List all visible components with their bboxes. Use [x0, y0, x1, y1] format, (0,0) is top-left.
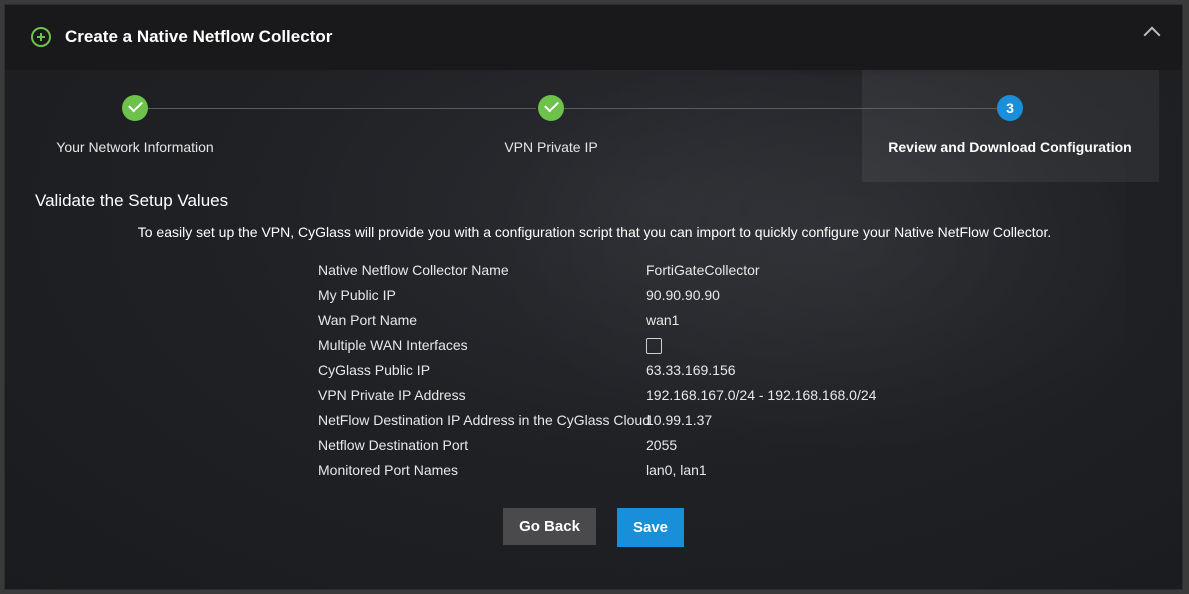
field-value: FortiGateCollector	[646, 262, 760, 278]
setup-values-table: Native Netflow Collector Name FortiGateC…	[318, 262, 878, 487]
table-row: VPN Private IP Address 192.168.167.0/24 …	[318, 387, 878, 412]
check-icon	[128, 97, 143, 113]
check-icon	[544, 97, 559, 113]
table-row: Monitored Port Names lan0, lan1	[318, 462, 878, 487]
table-row: CyGlass Public IP 63.33.169.156	[318, 362, 878, 387]
field-label: Netflow Destination Port	[318, 437, 469, 453]
collector-panel: Create a Native Netflow Collector Your N…	[4, 4, 1183, 590]
field-value: 63.33.169.156	[646, 362, 736, 378]
active-step-highlight	[862, 70, 1159, 182]
table-row: Native Netflow Collector Name FortiGateC…	[318, 262, 878, 287]
panel-header: Create a Native Netflow Collector	[5, 5, 1182, 70]
field-label: NetFlow Destination IP Address in the Cy…	[318, 412, 651, 428]
step-1-indicator	[122, 95, 148, 121]
panel-title: Create a Native Netflow Collector	[65, 27, 333, 46]
table-row: Multiple WAN Interfaces	[318, 337, 878, 362]
step-1-label: Your Network Information	[56, 139, 214, 155]
table-row: My Public IP 90.90.90.90	[318, 287, 878, 312]
field-label: Multiple WAN Interfaces	[318, 337, 468, 353]
table-row: Wan Port Name wan1	[318, 312, 878, 337]
table-row: NetFlow Destination IP Address in the Cy…	[318, 412, 878, 437]
field-value: 90.90.90.90	[646, 287, 720, 303]
plus-circle-icon	[31, 27, 51, 47]
field-value: wan1	[646, 312, 680, 328]
section-title: Validate the Setup Values	[35, 191, 229, 210]
step-3-indicator: 3	[997, 95, 1023, 121]
field-label: My Public IP	[318, 287, 396, 303]
step-connector	[148, 108, 536, 109]
chevron-up-icon[interactable]	[1143, 26, 1161, 44]
save-button[interactable]: Save	[617, 508, 684, 547]
go-back-button[interactable]: Go Back	[503, 508, 596, 545]
field-label: Wan Port Name	[318, 312, 418, 328]
field-label: VPN Private IP Address	[318, 387, 466, 403]
table-row: Netflow Destination Port 2055	[318, 437, 878, 462]
multiple-wan-checkbox[interactable]	[646, 338, 662, 354]
field-label: Native Netflow Collector Name	[318, 262, 509, 278]
field-value: lan0, lan1	[646, 462, 707, 478]
step-connector	[564, 108, 997, 109]
step-2-label: VPN Private IP	[504, 139, 598, 155]
field-value: 2055	[646, 437, 678, 453]
step-2-indicator	[538, 95, 564, 121]
step-3-label: Review and Download Configuration	[888, 139, 1132, 155]
field-value: 10.99.1.37	[646, 412, 713, 428]
field-value: 192.168.167.0/24 - 192.168.168.0/24	[646, 387, 877, 403]
field-label: CyGlass Public IP	[318, 362, 431, 378]
intro-text: To easily set up the VPN, CyGlass will p…	[137, 224, 1052, 240]
field-label: Monitored Port Names	[318, 462, 459, 478]
